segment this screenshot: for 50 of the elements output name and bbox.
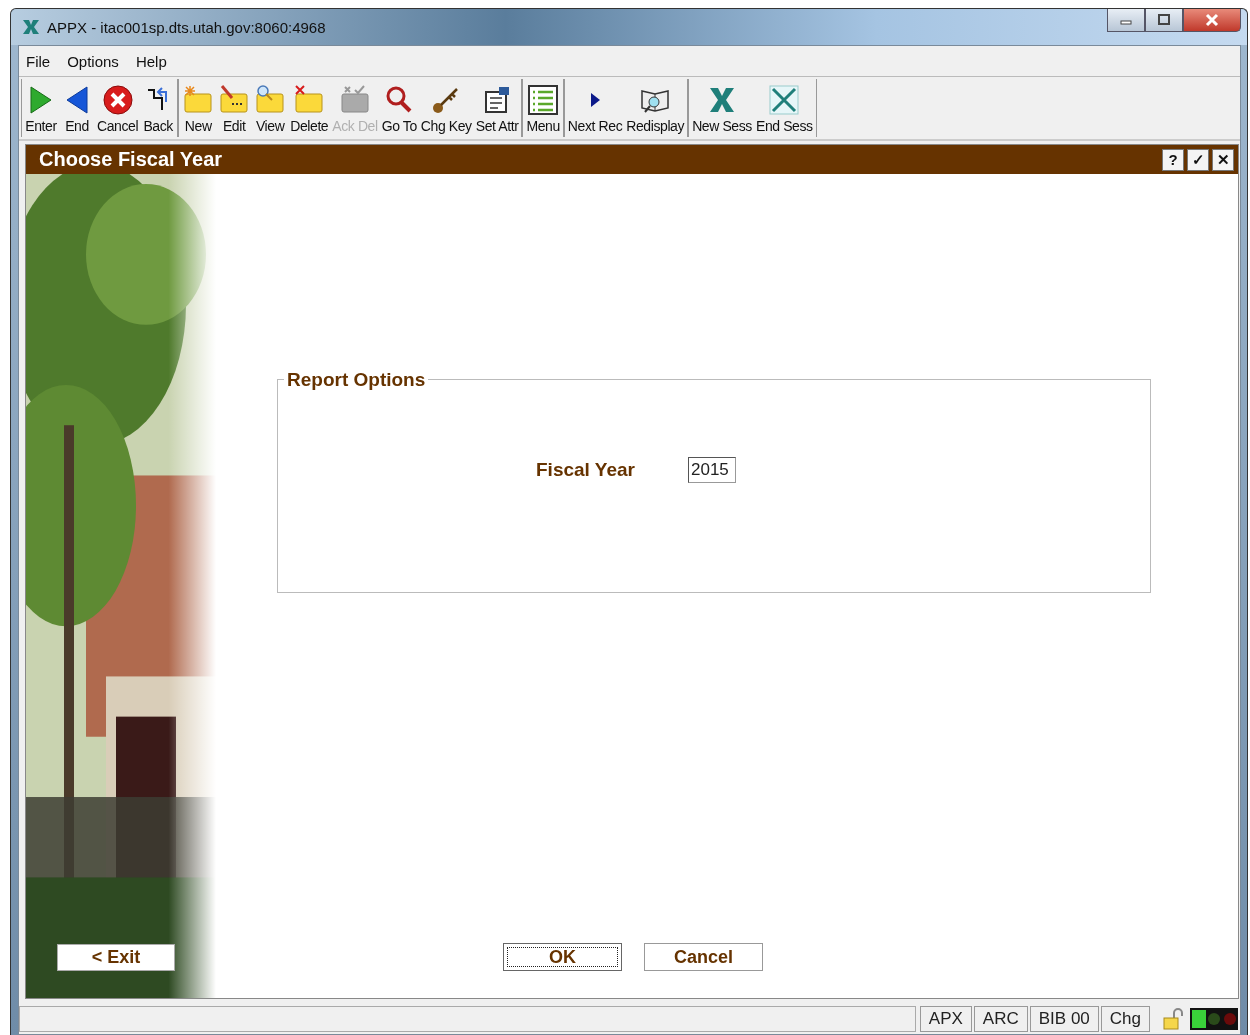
- maximize-button[interactable]: [1145, 9, 1183, 32]
- padlock-icon: [1162, 1008, 1184, 1030]
- delete-folder-icon: [293, 84, 326, 116]
- window-title: APPX - itac001sp.dts.utah.gov:8060:4968: [47, 18, 326, 36]
- close-icon: [1204, 13, 1220, 27]
- field-label: Fiscal Year: [536, 459, 636, 481]
- edit-folder-icon: [218, 84, 251, 116]
- toolbar-button[interactable]: Chg Key: [418, 79, 474, 137]
- exit-button[interactable]: < Exit: [57, 944, 175, 971]
- cancel-icon: [101, 84, 134, 116]
- toolbar-button[interactable]: Next Rec: [565, 79, 625, 137]
- toolbar-button[interactable]: Go To: [379, 79, 419, 137]
- header-button[interactable]: ✓: [1187, 148, 1209, 171]
- status-cell: APX: [919, 1006, 972, 1032]
- new-folder-icon: [182, 84, 215, 116]
- menu-item[interactable]: Help: [135, 52, 167, 70]
- toolbar-button[interactable]: Cancel: [95, 79, 141, 137]
- ok-button[interactable]: OK: [503, 943, 622, 971]
- toolbar-button[interactable]: End: [59, 79, 95, 137]
- status-cell: ARC: [973, 1006, 1028, 1032]
- menu-item[interactable]: Options: [67, 52, 119, 70]
- status-cell: BIB 00: [1029, 1006, 1099, 1032]
- folder-icon: [339, 84, 371, 116]
- toolbar-button[interactable]: Redisplay: [624, 79, 687, 137]
- input-field[interactable]: 2015: [688, 457, 736, 483]
- screen-title: Choose Fiscal Year: [39, 148, 223, 171]
- triangle-right-icon: [590, 93, 600, 107]
- toolbar-button[interactable]: Set Attr: [473, 79, 521, 137]
- maximize-icon: [1157, 14, 1171, 26]
- x-frame-icon: [768, 84, 801, 116]
- menu-item[interactable]: File: [26, 52, 51, 70]
- toolbar-button[interactable]: View: [252, 79, 289, 137]
- toolbar-button[interactable]: End Sess: [753, 79, 815, 137]
- view-folder-icon: [254, 84, 287, 116]
- header-button[interactable]: ?: [1162, 148, 1184, 171]
- minimize-button[interactable]: [1107, 9, 1145, 32]
- toolbar-button[interactable]: New Sess: [690, 79, 754, 137]
- toolbar-button[interactable]: Back: [140, 79, 177, 137]
- toolbar-button[interactable]: Menu: [524, 79, 562, 137]
- toolbar-button[interactable]: Edit: [216, 79, 253, 137]
- toolbar-button[interactable]: Delete: [288, 79, 331, 137]
- list-icon: [527, 84, 560, 116]
- toolbar-button[interactable]: Enter: [23, 79, 59, 137]
- app-logo-icon: [21, 18, 41, 36]
- cancel-button[interactable]: Cancel: [644, 943, 763, 971]
- close-button[interactable]: [1183, 9, 1241, 32]
- status-lights-icon: [1190, 1008, 1238, 1030]
- toolbar-button[interactable]: New: [180, 79, 217, 137]
- status-cell: Chg: [1100, 1006, 1150, 1032]
- header-button[interactable]: ✕: [1212, 148, 1234, 171]
